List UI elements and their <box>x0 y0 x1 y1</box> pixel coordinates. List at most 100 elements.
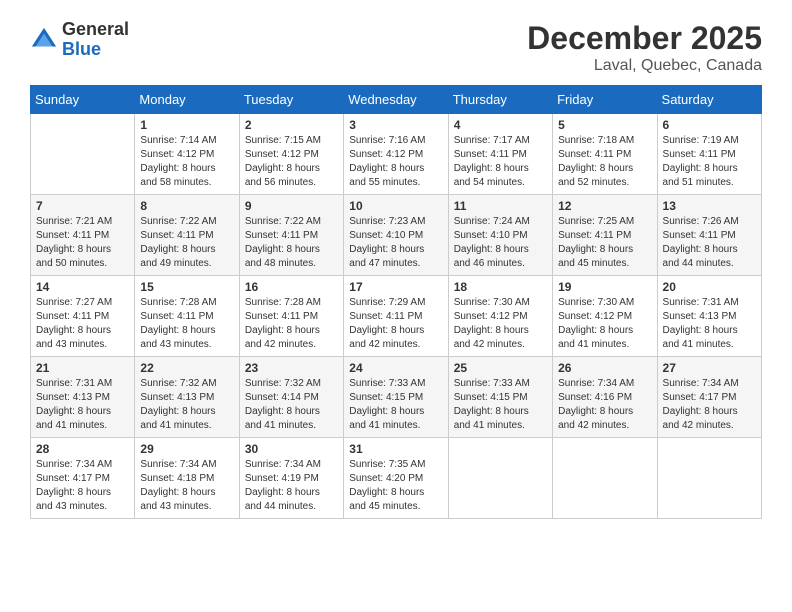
day-number: 17 <box>349 280 442 294</box>
day-number: 12 <box>558 199 651 213</box>
cell-info: Sunrise: 7:31 AMSunset: 4:13 PMDaylight:… <box>663 296 756 352</box>
logo: General Blue <box>30 20 129 60</box>
day-number: 21 <box>36 361 129 375</box>
day-number: 27 <box>663 361 756 375</box>
day-number: 22 <box>140 361 233 375</box>
day-number: 16 <box>245 280 338 294</box>
col-tuesday: Tuesday <box>239 86 343 114</box>
cell-info: Sunrise: 7:18 AMSunset: 4:11 PMDaylight:… <box>558 134 651 190</box>
day-number: 4 <box>454 118 547 132</box>
calendar-cell: 17Sunrise: 7:29 AMSunset: 4:11 PMDayligh… <box>344 276 448 357</box>
col-monday: Monday <box>135 86 239 114</box>
location-title: Laval, Quebec, Canada <box>527 57 762 75</box>
calendar-cell: 18 Sunrise: 7:30 AMSunset: 4:12 PMDayligh… <box>448 276 552 357</box>
calendar-cell: 8 Sunrise: 7:22 AMSunset: 4:11 PMDaylight… <box>135 195 239 276</box>
calendar-cell <box>657 438 761 519</box>
calendar-cell: 7 Sunrise: 7:21 AMSunset: 4:11 PMDaylight… <box>31 195 135 276</box>
calendar-cell: 24Sunrise: 7:33 AMSunset: 4:15 PMDayligh… <box>344 357 448 438</box>
calendar-week-row: 28Sunrise: 7:34 AMSunset: 4:17 PMDayligh… <box>31 438 762 519</box>
logo-general: General <box>62 19 129 39</box>
day-number: 1 <box>140 118 233 132</box>
day-number: 9 <box>245 199 338 213</box>
cell-info: Sunrise: 7:34 AMSunset: 4:18 PMDaylight:… <box>140 458 233 514</box>
cell-info: Sunrise: 7:24 AMSunset: 4:10 PMDaylight:… <box>454 215 547 271</box>
calendar-cell: 3 Sunrise: 7:16 AMSunset: 4:12 PMDaylight… <box>344 114 448 195</box>
calendar-cell <box>31 114 135 195</box>
cell-info: Sunrise: 7:30 AMSunset: 4:12 PMDaylight:… <box>454 296 547 352</box>
day-number: 18 <box>454 280 547 294</box>
day-number: 23 <box>245 361 338 375</box>
calendar-cell: 12 Sunrise: 7:25 AMSunset: 4:11 PMDayligh… <box>553 195 657 276</box>
calendar-cell: 30Sunrise: 7:34 AMSunset: 4:19 PMDayligh… <box>239 438 343 519</box>
cell-info: Sunrise: 7:22 AMSunset: 4:11 PMDaylight:… <box>245 215 338 271</box>
cell-info: Sunrise: 7:34 AMSunset: 4:17 PMDaylight:… <box>663 377 756 433</box>
calendar-cell: 4 Sunrise: 7:17 AMSunset: 4:11 PMDaylight… <box>448 114 552 195</box>
calendar-cell: 16 Sunrise: 7:28 AMSunset: 4:11 PMDayligh… <box>239 276 343 357</box>
calendar-cell: 19Sunrise: 7:30 AMSunset: 4:12 PMDayligh… <box>553 276 657 357</box>
cell-info: Sunrise: 7:30 AMSunset: 4:12 PMDaylight:… <box>558 296 651 352</box>
cell-info: Sunrise: 7:26 AMSunset: 4:11 PMDaylight:… <box>663 215 756 271</box>
logo-text: General Blue <box>62 20 129 60</box>
cell-info: Sunrise: 7:33 AMSunset: 4:15 PMDaylight:… <box>454 377 547 433</box>
logo-blue: Blue <box>62 39 101 59</box>
col-friday: Friday <box>553 86 657 114</box>
day-number: 20 <box>663 280 756 294</box>
calendar-cell: 5Sunrise: 7:18 AMSunset: 4:11 PMDaylight… <box>553 114 657 195</box>
cell-info: Sunrise: 7:19 AMSunset: 4:11 PMDaylight:… <box>663 134 756 190</box>
cell-info: Sunrise: 7:21 AMSunset: 4:11 PMDaylight:… <box>36 215 129 271</box>
month-title: December 2025 <box>527 20 762 57</box>
day-number: 14 <box>36 280 129 294</box>
col-wednesday: Wednesday <box>344 86 448 114</box>
col-saturday: Saturday <box>657 86 761 114</box>
cell-info: Sunrise: 7:31 AMSunset: 4:13 PMDaylight:… <box>36 377 129 433</box>
page-container: General Blue December 2025 Laval, Quebec… <box>10 10 782 519</box>
cell-info: Sunrise: 7:33 AMSunset: 4:15 PMDaylight:… <box>349 377 442 433</box>
day-number: 10 <box>349 199 442 213</box>
day-number: 2 <box>245 118 338 132</box>
calendar-cell: 25 Sunrise: 7:33 AMSunset: 4:15 PMDayligh… <box>448 357 552 438</box>
calendar-cell: 10 Sunrise: 7:23 AMSunset: 4:10 PMDayligh… <box>344 195 448 276</box>
calendar-cell: 26 Sunrise: 7:34 AMSunset: 4:16 PMDayligh… <box>553 357 657 438</box>
cell-info: Sunrise: 7:35 AMSunset: 4:20 PMDaylight:… <box>349 458 442 514</box>
day-number: 13 <box>663 199 756 213</box>
day-number: 25 <box>454 361 547 375</box>
cell-info: Sunrise: 7:14 AMSunset: 4:12 PMDaylight:… <box>140 134 233 190</box>
calendar-cell: 6 Sunrise: 7:19 AMSunset: 4:11 PMDaylight… <box>657 114 761 195</box>
cell-info: Sunrise: 7:34 AMSunset: 4:16 PMDaylight:… <box>558 377 651 433</box>
calendar-cell <box>448 438 552 519</box>
cell-info: Sunrise: 7:28 AMSunset: 4:11 PMDaylight:… <box>245 296 338 352</box>
day-number: 15 <box>140 280 233 294</box>
calendar-cell: 2 Sunrise: 7:15 AMSunset: 4:12 PMDaylight… <box>239 114 343 195</box>
cell-info: Sunrise: 7:22 AMSunset: 4:11 PMDaylight:… <box>140 215 233 271</box>
day-number: 6 <box>663 118 756 132</box>
col-thursday: Thursday <box>448 86 552 114</box>
cell-info: Sunrise: 7:16 AMSunset: 4:12 PMDaylight:… <box>349 134 442 190</box>
calendar-cell: 22 Sunrise: 7:32 AMSunset: 4:13 PMDayligh… <box>135 357 239 438</box>
calendar-cell: 27 Sunrise: 7:34 AMSunset: 4:17 PMDayligh… <box>657 357 761 438</box>
day-number: 3 <box>349 118 442 132</box>
day-number: 29 <box>140 442 233 456</box>
calendar-cell <box>553 438 657 519</box>
calendar-cell: 15 Sunrise: 7:28 AMSunset: 4:11 PMDayligh… <box>135 276 239 357</box>
day-number: 7 <box>36 199 129 213</box>
calendar-cell: 28Sunrise: 7:34 AMSunset: 4:17 PMDayligh… <box>31 438 135 519</box>
cell-info: Sunrise: 7:15 AMSunset: 4:12 PMDaylight:… <box>245 134 338 190</box>
calendar-week-row: 7 Sunrise: 7:21 AMSunset: 4:11 PMDaylight… <box>31 195 762 276</box>
logo-icon <box>30 26 58 54</box>
day-number: 11 <box>454 199 547 213</box>
cell-info: Sunrise: 7:27 AMSunset: 4:11 PMDaylight:… <box>36 296 129 352</box>
calendar-cell: 11 Sunrise: 7:24 AMSunset: 4:10 PMDayligh… <box>448 195 552 276</box>
cell-info: Sunrise: 7:28 AMSunset: 4:11 PMDaylight:… <box>140 296 233 352</box>
cell-info: Sunrise: 7:32 AMSunset: 4:13 PMDaylight:… <box>140 377 233 433</box>
calendar-table: Sunday Monday Tuesday Wednesday Thursday… <box>30 85 762 519</box>
header: General Blue December 2025 Laval, Quebec… <box>15 10 777 80</box>
calendar-cell: 20 Sunrise: 7:31 AMSunset: 4:13 PMDayligh… <box>657 276 761 357</box>
calendar-header-row: Sunday Monday Tuesday Wednesday Thursday… <box>31 86 762 114</box>
cell-info: Sunrise: 7:17 AMSunset: 4:11 PMDaylight:… <box>454 134 547 190</box>
day-number: 8 <box>140 199 233 213</box>
day-number: 26 <box>558 361 651 375</box>
cell-info: Sunrise: 7:25 AMSunset: 4:11 PMDaylight:… <box>558 215 651 271</box>
cell-info: Sunrise: 7:23 AMSunset: 4:10 PMDaylight:… <box>349 215 442 271</box>
cell-info: Sunrise: 7:32 AMSunset: 4:14 PMDaylight:… <box>245 377 338 433</box>
calendar-cell: 1 Sunrise: 7:14 AMSunset: 4:12 PMDaylight… <box>135 114 239 195</box>
